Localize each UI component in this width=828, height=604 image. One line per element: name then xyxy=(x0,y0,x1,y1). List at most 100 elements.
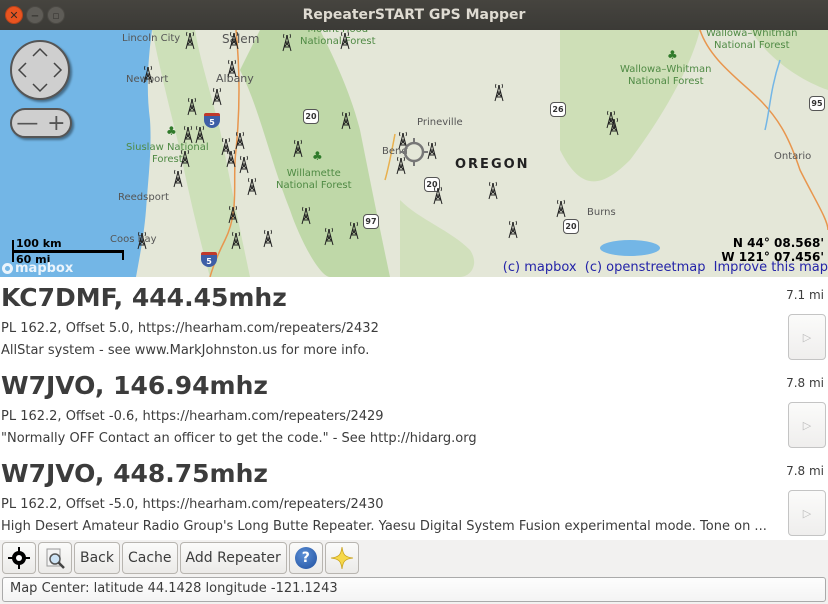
radio-tower-icon[interactable] xyxy=(194,124,206,144)
forest-label: Willamette National Forest xyxy=(276,168,352,191)
status-bar: Map Center: latitude 44.1428 longitude -… xyxy=(2,577,826,602)
pan-control[interactable] xyxy=(10,40,70,100)
us-highway-shield: 97 xyxy=(363,214,379,229)
radio-tower-icon[interactable] xyxy=(184,30,196,50)
play-icon: ▷ xyxy=(802,418,812,432)
repeater-name: KC7DMF, 444.45mhz xyxy=(1,283,287,312)
cache-button[interactable]: Cache xyxy=(122,542,178,574)
repeater-name: W7JVO, 448.75mhz xyxy=(1,459,268,488)
radio-tower-icon[interactable] xyxy=(292,138,304,158)
repeater-list-item[interactable]: KC7DMF, 444.45mhz PL 162.2, Offset 5.0, … xyxy=(0,277,828,365)
radio-tower-icon[interactable] xyxy=(179,148,191,168)
help-button[interactable]: ? xyxy=(288,542,323,574)
radio-tower-icon[interactable] xyxy=(432,185,444,205)
radio-tower-icon[interactable] xyxy=(487,180,499,200)
play-icon: ▷ xyxy=(802,330,812,344)
radio-tower-icon[interactable] xyxy=(608,116,620,136)
latitude-readout: N 44° 08.568' xyxy=(732,236,824,250)
sparkle-star-icon xyxy=(330,546,353,570)
radio-tower-icon[interactable] xyxy=(136,230,148,250)
radio-tower-icon[interactable] xyxy=(246,176,258,196)
malheur-lake xyxy=(600,240,660,256)
gps-locate-button[interactable] xyxy=(2,542,36,574)
forest-label: Wallowa–Whitman National Forest xyxy=(620,64,712,87)
radio-tower-icon[interactable] xyxy=(186,96,198,116)
forest-tree-icon: ♣ xyxy=(166,124,177,138)
forest-tree-icon: ♣ xyxy=(667,48,678,62)
radio-tower-icon[interactable] xyxy=(182,124,194,144)
zoom-out-button[interactable]: — xyxy=(16,111,38,136)
document-search-icon xyxy=(46,548,65,569)
scale-tick xyxy=(122,250,124,260)
radio-tower-icon[interactable] xyxy=(142,64,154,84)
close-window-button[interactable]: ✕ xyxy=(5,6,23,24)
pan-arrows-icon xyxy=(17,47,63,93)
radio-tower-icon[interactable] xyxy=(238,154,250,174)
radio-tower-icon[interactable] xyxy=(493,82,505,102)
play-button[interactable]: ▷ xyxy=(788,490,826,536)
radio-tower-icon[interactable] xyxy=(234,130,246,150)
repeater-details: PL 162.2, Offset -0.6, https://hearham.c… xyxy=(1,409,384,424)
place-label: Burns xyxy=(587,207,616,218)
radio-tower-icon[interactable] xyxy=(228,30,240,50)
radio-tower-icon[interactable] xyxy=(507,219,519,239)
back-button[interactable]: Back xyxy=(74,542,120,574)
radio-tower-icon[interactable] xyxy=(226,58,238,78)
help-icon: ? xyxy=(294,547,317,569)
radio-tower-icon[interactable] xyxy=(281,32,293,52)
radio-tower-icon[interactable] xyxy=(339,30,351,50)
radio-tower-icon[interactable] xyxy=(211,86,223,106)
scale-km-label: 100 km xyxy=(16,237,62,250)
state-label: OREGON xyxy=(455,157,530,172)
mapbox-logo-icon xyxy=(2,263,13,274)
repeater-list-item[interactable]: W7JVO, 146.94mhz PL 162.2, Offset -0.6, … xyxy=(0,365,828,453)
title-bar: ✕ ‒ ▫ RepeaterSTART GPS Mapper xyxy=(0,0,828,30)
search-button[interactable] xyxy=(38,542,72,574)
improve-map-link[interactable]: Improve this map xyxy=(714,260,828,275)
radio-tower-icon[interactable] xyxy=(225,148,237,168)
add-repeater-button[interactable]: Add Repeater xyxy=(179,542,287,574)
osm-attribution-link[interactable]: (c) openstreetmap xyxy=(585,260,706,275)
repeater-description: High Desert Amateur Radio Group's Long B… xyxy=(1,519,767,534)
minimize-icon: ‒ xyxy=(31,8,39,22)
radio-tower-icon[interactable] xyxy=(323,226,335,246)
radio-tower-icon[interactable] xyxy=(348,220,360,240)
place-label: Prineville xyxy=(417,117,463,128)
us-highway-shield: 20 xyxy=(303,109,319,124)
map-view[interactable]: Lincoln City Salem Newport Albany Reedsp… xyxy=(0,30,828,277)
repeater-name: W7JVO, 146.94mhz xyxy=(1,371,268,400)
place-label: Lincoln City xyxy=(122,33,181,44)
map-attribution: (c) mapbox (c) openstreetmap Improve thi… xyxy=(499,260,828,275)
gps-target-icon xyxy=(8,547,30,569)
repeater-description: AllStar system - see www.MarkJohnston.us… xyxy=(1,343,370,358)
play-button[interactable]: ▷ xyxy=(788,314,826,360)
place-label: Reedsport xyxy=(118,192,169,203)
radio-tower-icon[interactable] xyxy=(300,205,312,225)
repeater-list[interactable]: KC7DMF, 444.45mhz PL 162.2, Offset 5.0, … xyxy=(0,277,828,540)
close-icon: ✕ xyxy=(9,8,19,22)
repeater-distance: 7.8 mi xyxy=(786,376,824,390)
us-highway-shield: 20 xyxy=(563,219,579,234)
us-highway-shield: 95 xyxy=(809,96,825,111)
mapbox-attribution-link[interactable]: (c) mapbox xyxy=(503,260,577,275)
repeater-list-item[interactable]: W7JVO, 448.75mhz PL 162.2, Offset -5.0, … xyxy=(0,453,828,540)
forest-label: Wallowa–Whitman National Forest xyxy=(706,30,798,51)
minimize-window-button[interactable]: ‒ xyxy=(26,6,44,24)
radio-tower-icon[interactable] xyxy=(262,228,274,248)
maximize-window-button[interactable]: ▫ xyxy=(47,6,65,24)
favorite-button[interactable] xyxy=(324,542,359,574)
zoom-in-button[interactable]: + xyxy=(47,111,65,136)
radio-tower-icon[interactable] xyxy=(172,168,184,188)
toolbar: Back Cache Add Repeater ? xyxy=(0,540,828,574)
maximize-icon: ▫ xyxy=(52,8,60,22)
repeater-details: PL 162.2, Offset 5.0, https://hearham.co… xyxy=(1,321,379,336)
window-controls: ✕ ‒ ▫ xyxy=(5,6,65,24)
repeater-details: PL 162.2, Offset -5.0, https://hearham.c… xyxy=(1,497,384,512)
play-button[interactable]: ▷ xyxy=(788,402,826,448)
play-icon: ▷ xyxy=(802,506,812,520)
radio-tower-icon[interactable] xyxy=(340,110,352,130)
radio-tower-icon[interactable] xyxy=(227,204,239,224)
radio-tower-icon[interactable] xyxy=(230,230,242,250)
radio-tower-icon[interactable] xyxy=(555,198,567,218)
forest-label: Siuslaw National Forest xyxy=(126,142,209,165)
